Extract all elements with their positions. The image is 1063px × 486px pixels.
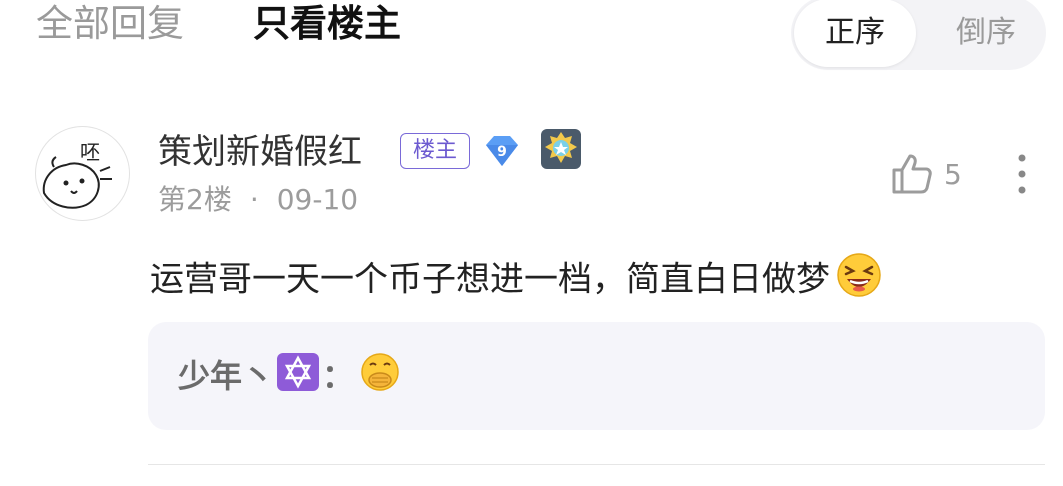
more-vertical-icon[interactable] bbox=[1010, 150, 1034, 198]
sort-toggle: 正序 倒序 bbox=[791, 0, 1046, 70]
post-meta: 第2楼 · 09-10 bbox=[158, 181, 358, 219]
hand-over-mouth-emoji-icon bbox=[360, 352, 400, 404]
sort-descending-button[interactable]: 倒序 bbox=[931, 0, 1041, 70]
sub-reply-box[interactable]: 少年丶 ： bbox=[148, 322, 1045, 430]
reply-separator: ： bbox=[322, 357, 355, 395]
medal-badge-icon bbox=[540, 128, 582, 170]
sort-ascending-button[interactable]: 正序 bbox=[794, 0, 916, 67]
username[interactable]: 策划新婚假红 bbox=[158, 130, 362, 174]
tab-op-only[interactable]: 只看楼主 bbox=[253, 0, 401, 48]
post-content-text: 运营哥一天一个币子想进一档，简直白日做梦 bbox=[150, 259, 830, 300]
tab-all-replies[interactable]: 全部回复 bbox=[36, 0, 184, 48]
avatar-text: 呸 bbox=[80, 140, 100, 164]
level-number: 9 bbox=[497, 144, 507, 160]
diamond-level-icon: 9 bbox=[482, 133, 522, 169]
reply-author[interactable]: 少年丶 bbox=[178, 357, 274, 395]
floor-number: 第2楼 bbox=[158, 183, 232, 216]
post-date: 09-10 bbox=[276, 183, 359, 216]
post-content: 运营哥一天一个币子想进一档，简直白日做梦 bbox=[150, 252, 882, 310]
op-badge: 楼主 bbox=[400, 133, 470, 169]
grinning-squint-emoji-icon bbox=[836, 252, 882, 310]
meta-separator: · bbox=[249, 183, 259, 216]
divider bbox=[148, 464, 1045, 465]
star-of-david-icon bbox=[276, 352, 320, 404]
like-count: 5 bbox=[944, 158, 962, 191]
sub-reply: 少年丶 ： bbox=[178, 352, 400, 404]
thumbs-up-icon[interactable] bbox=[890, 152, 934, 196]
avatar[interactable]: 呸 bbox=[35, 126, 130, 221]
